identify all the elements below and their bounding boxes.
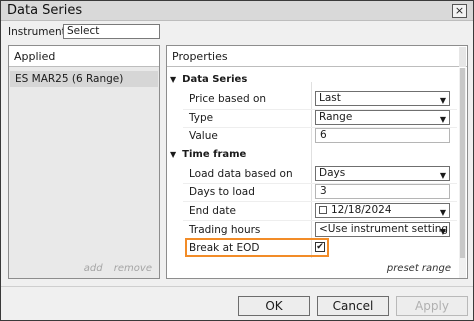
- applied-header: Applied: [9, 46, 159, 67]
- type-select[interactable]: Range ▼: [315, 110, 450, 125]
- section-data-series[interactable]: ▼ Data Series: [170, 74, 247, 85]
- applied-panel: Applied ES MAR25 (6 Range) add remove: [8, 45, 160, 279]
- ok-button[interactable]: OK: [238, 296, 310, 316]
- break-at-eod-label: Break at EOD: [189, 242, 260, 254]
- instrument-select-value: Select: [67, 25, 100, 37]
- add-link[interactable]: add: [84, 263, 103, 274]
- price-based-on-select[interactable]: Last ▼: [315, 91, 450, 106]
- cancel-button[interactable]: Cancel: [317, 296, 389, 316]
- header-scroll-cap: [459, 47, 466, 67]
- break-at-eod-row: Break at EOD ✔: [185, 238, 329, 257]
- days-to-load-label: Days to load: [189, 186, 255, 198]
- close-icon: ×: [454, 4, 465, 17]
- trading-hours-select[interactable]: <Use instrument setting... ▼: [315, 222, 450, 237]
- value-input[interactable]: 6: [315, 128, 450, 143]
- load-data-based-on-value: Days: [319, 167, 346, 179]
- row-separator: [183, 220, 457, 221]
- title-bar[interactable]: Data Series ×: [1, 1, 473, 21]
- instrument-select[interactable]: Select: [63, 24, 160, 39]
- apply-button[interactable]: Apply: [396, 296, 468, 316]
- collapse-caret-icon[interactable]: ▼: [170, 150, 176, 159]
- load-data-based-on-select[interactable]: Days ▼: [315, 166, 450, 181]
- checkmark-icon: ✔: [316, 242, 324, 252]
- footer-divider: [1, 286, 473, 287]
- chevron-down-icon: ▼: [439, 96, 446, 105]
- section-data-series-label: Data Series: [182, 74, 248, 85]
- type-label: Type: [189, 112, 214, 124]
- value-label: Value: [189, 130, 218, 142]
- end-date-label: End date: [189, 205, 236, 217]
- end-date-picker[interactable]: 12/18/2024 ▼: [315, 203, 450, 218]
- calendar-icon[interactable]: [319, 206, 327, 214]
- applied-actions: add remove: [76, 263, 152, 274]
- close-button[interactable]: ×: [452, 4, 467, 18]
- load-data-based-on-label: Load data based on: [189, 168, 293, 180]
- type-value: Range: [319, 111, 353, 123]
- properties-scrollbar[interactable]: [459, 68, 466, 278]
- instrument-label: Instrument: [8, 26, 66, 38]
- section-time-frame-label: Time frame: [182, 149, 247, 160]
- collapse-caret-icon[interactable]: ▼: [170, 75, 176, 84]
- trading-hours-label: Trading hours: [189, 224, 261, 236]
- chevron-down-icon: ▼: [439, 227, 446, 236]
- section-time-frame[interactable]: ▼ Time frame: [170, 149, 246, 160]
- row-separator: [183, 201, 457, 202]
- preset-range-link[interactable]: preset range: [387, 263, 451, 274]
- price-based-on-label: Price based on: [189, 93, 267, 105]
- remove-link[interactable]: remove: [114, 263, 152, 274]
- chevron-down-icon: ▼: [439, 208, 446, 217]
- price-based-on-value: Last: [319, 92, 341, 104]
- properties-header: Properties: [167, 46, 467, 67]
- days-to-load-input[interactable]: 3: [315, 184, 450, 199]
- trading-hours-value: <Use instrument setting...: [319, 223, 450, 235]
- break-at-eod-checkbox[interactable]: ✔: [315, 242, 325, 252]
- properties-panel: Properties ▼ Data Series Price based on L…: [166, 45, 468, 279]
- window-title: Data Series: [7, 3, 83, 18]
- data-series-dialog: Data Series × Instrument Select Applied …: [0, 0, 474, 321]
- chevron-down-icon: ▼: [439, 115, 446, 124]
- applied-item[interactable]: ES MAR25 (6 Range): [10, 71, 158, 87]
- chevron-down-icon: ▼: [439, 171, 446, 180]
- scrollbar-thumb[interactable]: [460, 68, 465, 258]
- end-date-value: 12/18/2024: [331, 204, 392, 216]
